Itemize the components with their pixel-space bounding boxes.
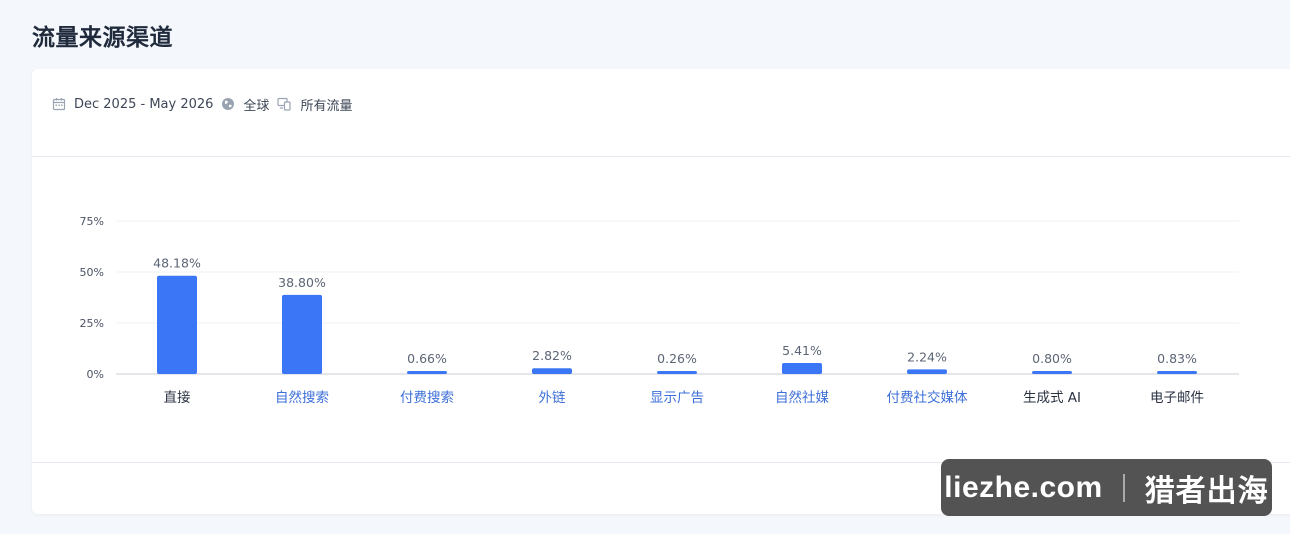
- traffic-source-bar-chart: 0% 25% 50% 75% 48.18% 直接 38.80% 自然搜索 0.66% 付费搜索 2.…: [80, 215, 1239, 406]
- watermark-brand: 猎者出海: [1144, 474, 1269, 508]
- bar: [782, 362, 822, 374]
- y-tick-label: 0%: [87, 368, 104, 381]
- bar: [657, 371, 697, 374]
- x-tick-label: 直接: [164, 389, 191, 406]
- data-label: 2.82%: [532, 348, 572, 363]
- x-tick-label[interactable]: 付费搜索: [400, 390, 454, 406]
- watermark-domain: liezhe.com: [944, 470, 1103, 504]
- y-tick-label: 50%: [80, 266, 104, 279]
- x-tick-label[interactable]: 外链: [539, 390, 567, 406]
- x-tick-label: 生成式 AI: [1023, 390, 1081, 406]
- bar: [157, 275, 197, 374]
- x-tick-label[interactable]: 付费社交媒体: [887, 389, 968, 406]
- data-label: 0.66%: [407, 351, 447, 366]
- x-tick-label[interactable]: 自然搜索: [275, 389, 329, 406]
- data-label: 0.26%: [657, 351, 697, 366]
- bar: [1157, 371, 1197, 374]
- data-label: 0.80%: [1032, 351, 1072, 366]
- bar: [532, 368, 572, 374]
- page-title: 流量来源渠道: [32, 25, 173, 51]
- watermark-separator: [1122, 473, 1125, 502]
- data-label: 38.80%: [278, 275, 326, 290]
- bar: [907, 369, 947, 374]
- data-label: 2.24%: [907, 349, 947, 364]
- y-tick-label: 75%: [80, 215, 104, 228]
- data-label: 5.41%: [782, 343, 822, 358]
- x-tick-label[interactable]: 显示广告: [650, 390, 704, 406]
- traffic-source-card: Dec 2025 - May 2026 全球 所有流量 0% 25% 50% 75% 4…: [32, 69, 1290, 514]
- watermark: liezhe.com 猎者出海: [941, 459, 1272, 516]
- x-tick-label[interactable]: 自然社媒: [775, 389, 829, 406]
- data-label: 48.18%: [153, 256, 201, 271]
- bar: [407, 371, 447, 374]
- data-label: 0.83%: [1157, 351, 1197, 366]
- bar: [1032, 371, 1072, 374]
- y-tick-label: 25%: [80, 317, 104, 330]
- x-tick-label: 电子邮件: [1150, 390, 1204, 406]
- bar: [282, 294, 322, 374]
